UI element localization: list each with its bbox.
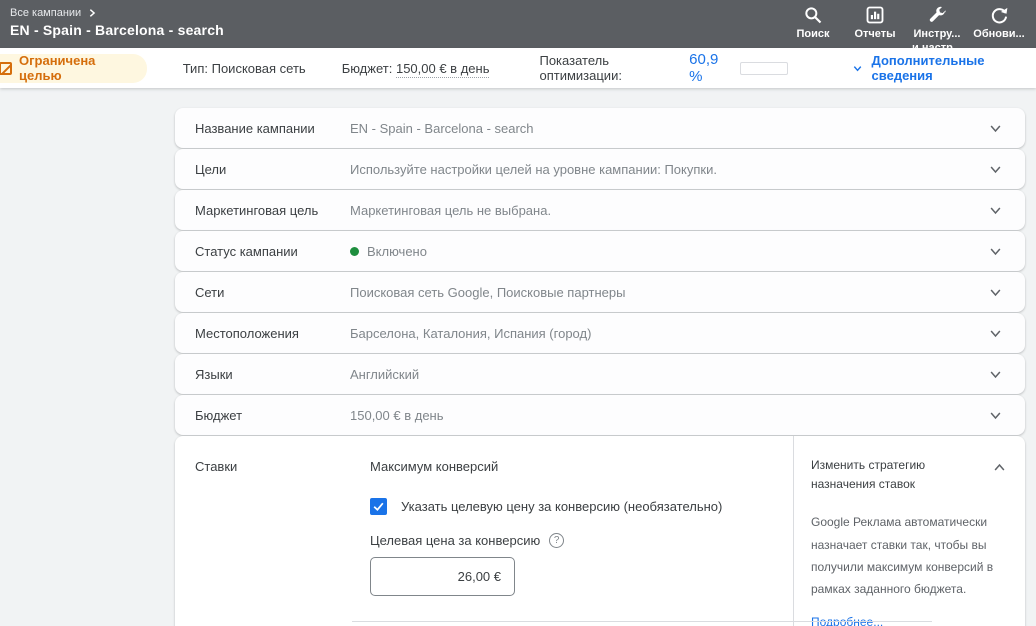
row-label: Название кампании xyxy=(175,121,350,136)
type-label: Тип: xyxy=(183,61,208,76)
campaign-type: Тип: Поисковая сеть xyxy=(183,61,306,76)
target-cpa-checkbox-label: Указать целевую цену за конверсию (необя… xyxy=(401,499,722,514)
row-value: Барселона, Каталония, Испания (город) xyxy=(350,326,981,341)
chevron-down-icon[interactable] xyxy=(988,326,1003,341)
row-label: Сети xyxy=(175,285,350,300)
top-header: Все кампании EN - Spain - Barcelona - se… xyxy=(0,0,1036,48)
chevron-down-icon[interactable] xyxy=(988,203,1003,218)
chevron-down-icon xyxy=(852,62,863,74)
optimization-score: Показатель оптимизации: 60,9 % xyxy=(539,51,788,85)
settings-row-marketing-goal[interactable]: Маркетинговая цель Маркетинговая цель не… xyxy=(175,190,1025,230)
header-actions: Поиск Отчеты Инстру... и настр... Обнови… xyxy=(782,0,1036,48)
chevron-down-icon[interactable] xyxy=(988,367,1003,382)
checkmark-icon xyxy=(372,500,385,513)
chevron-down-icon[interactable] xyxy=(988,121,1003,136)
tools-label-line1: Инстру... xyxy=(914,28,961,42)
refresh-icon xyxy=(989,5,1009,25)
row-value: Используйте настройки целей на уровне ка… xyxy=(350,162,981,177)
optimization-label: Показатель оптимизации: xyxy=(539,53,683,83)
search-icon xyxy=(803,5,823,25)
status-badge[interactable]: Ограничена целью xyxy=(0,54,147,83)
google-ads-app: Все кампании EN - Spain - Barcelona - se… xyxy=(0,0,1036,626)
tools-icon xyxy=(927,5,947,25)
status-badge-label: Ограничена целью xyxy=(19,53,132,83)
row-label: Маркетинговая цель xyxy=(175,203,350,218)
settings-row-languages[interactable]: Языки Английский xyxy=(175,354,1025,394)
row-value: EN - Spain - Barcelona - search xyxy=(350,121,981,136)
row-label: Бюджет xyxy=(175,408,350,423)
reports-label: Отчеты xyxy=(854,28,895,42)
bid-strategy-help-panel: Изменить стратегию назначения ставок Goo… xyxy=(793,436,1025,626)
target-cpa-checkbox-row[interactable]: Указать целевую цену за конверсию (необя… xyxy=(370,498,793,515)
row-value: Поисковая сеть Google, Поисковые партнер… xyxy=(350,285,981,300)
section-divider xyxy=(352,621,932,622)
help-question-icon[interactable]: ? xyxy=(549,533,564,548)
settings-row-budget[interactable]: Бюджет 150,00 € в день xyxy=(175,395,1025,435)
settings-row-campaign-status[interactable]: Статус кампании Включено xyxy=(175,231,1025,271)
chevron-down-icon[interactable] xyxy=(988,244,1003,259)
breadcrumb[interactable]: Все кампании xyxy=(10,7,81,19)
details-link-text[interactable]: Дополнительные сведения xyxy=(872,53,1036,83)
optimization-value: 60,9 % xyxy=(689,51,732,85)
header-titles: Все кампании EN - Spain - Barcelona - se… xyxy=(0,0,224,48)
settings-row-campaign-name[interactable]: Название кампании EN - Spain - Barcelona… xyxy=(175,108,1025,148)
page-title: EN - Spain - Barcelona - search xyxy=(10,22,224,38)
limited-by-goal-icon xyxy=(0,62,12,75)
chevron-down-icon[interactable] xyxy=(988,408,1003,423)
target-cpa-checkbox[interactable] xyxy=(370,498,387,515)
campaign-status-bar: Ограничена целью Тип: Поисковая сеть Бюд… xyxy=(0,48,1036,88)
chevron-up-icon[interactable] xyxy=(992,460,1007,475)
settings-panel: Название кампании EN - Spain - Barcelona… xyxy=(0,88,1036,626)
search-button[interactable]: Поиск xyxy=(782,5,844,42)
bidding-section-label: Ставки xyxy=(175,436,370,626)
reports-icon xyxy=(865,5,885,25)
optimization-progress-bar xyxy=(740,62,788,75)
row-value: Английский xyxy=(350,367,981,382)
help-panel-body: Google Реклама автоматически назначает с… xyxy=(811,511,1007,600)
settings-row-networks[interactable]: Сети Поисковая сеть Google, Поисковые па… xyxy=(175,272,1025,312)
chevron-down-icon[interactable] xyxy=(988,162,1003,177)
bid-strategy-name: Максимум конверсий xyxy=(370,459,793,474)
breadcrumb-chevron-icon xyxy=(87,8,97,18)
budget-value[interactable]: 150,00 € в день xyxy=(396,61,490,78)
row-value: 150,00 € в день xyxy=(350,408,981,423)
help-panel-title: Изменить стратегию назначения ставок xyxy=(811,456,969,494)
search-label: Поиск xyxy=(796,28,829,42)
row-value: Маркетинговая цель не выбрана. xyxy=(350,203,981,218)
bidding-content: Максимум конверсий Указать целевую цену … xyxy=(370,436,793,626)
row-label: Языки xyxy=(175,367,350,382)
row-value: Включено xyxy=(367,244,427,259)
row-label: Местоположения xyxy=(175,326,350,341)
enabled-status-dot xyxy=(350,247,359,256)
settings-row-goals[interactable]: Цели Используйте настройки целей на уров… xyxy=(175,149,1025,189)
target-cpa-input[interactable] xyxy=(370,557,515,596)
campaign-budget[interactable]: Бюджет: 150,00 € в день xyxy=(342,61,490,76)
refresh-label: Обнови... xyxy=(973,28,1024,42)
reports-button[interactable]: Отчеты xyxy=(844,5,906,42)
row-label: Статус кампании xyxy=(175,244,350,259)
settings-row-locations[interactable]: Местоположения Барселона, Каталония, Исп… xyxy=(175,313,1025,353)
details-link[interactable]: Дополнительные сведения xyxy=(852,53,1036,83)
settings-row-bidding-expanded: Ставки Максимум конверсий Указать целеву… xyxy=(175,436,1025,626)
type-value: Поисковая сеть xyxy=(212,61,306,76)
row-label: Цели xyxy=(175,162,350,177)
budget-label: Бюджет: xyxy=(342,61,393,76)
refresh-button[interactable]: Обнови... xyxy=(968,5,1030,42)
chevron-down-icon[interactable] xyxy=(988,285,1003,300)
target-cpa-label: Целевая цена за конверсию xyxy=(370,533,540,548)
